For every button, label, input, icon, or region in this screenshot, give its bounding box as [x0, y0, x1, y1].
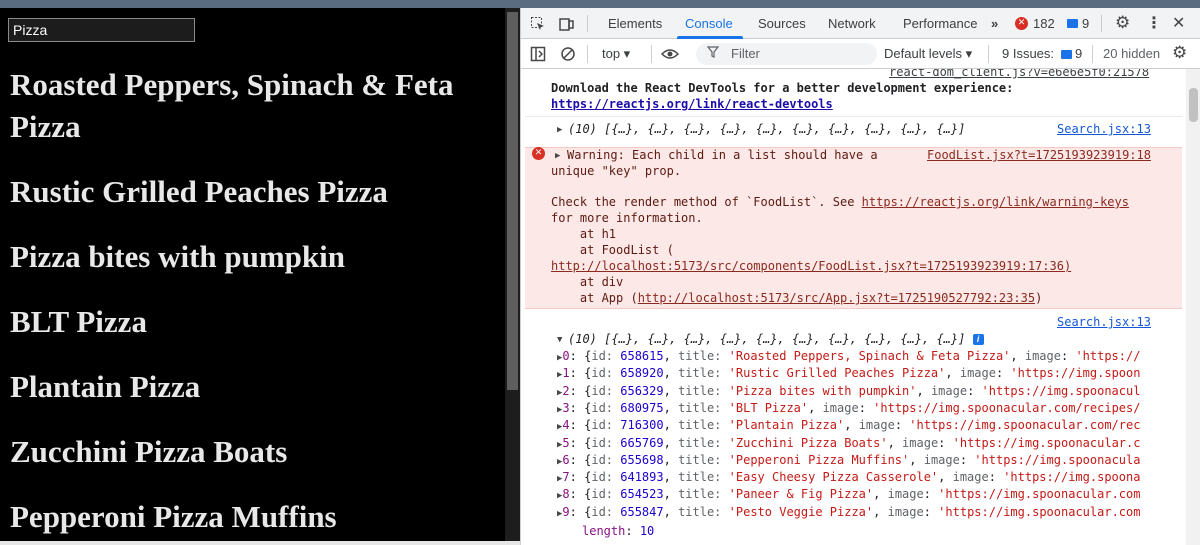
more-tabs-button[interactable]: » [991, 16, 998, 31]
live-expression-eye-icon[interactable] [660, 46, 680, 65]
array-length: length: 10 [582, 524, 655, 538]
tab-performance[interactable]: Performance [903, 16, 977, 31]
devtools-panel: Elements Console Sources Network Perform… [520, 8, 1200, 545]
search-input[interactable] [8, 18, 195, 42]
filter-funnel-icon [706, 46, 720, 61]
warning-text: unique "key" prop. [551, 164, 682, 178]
issues-count[interactable]: 9 [1075, 46, 1082, 61]
source-link[interactable]: react-dom_client.js?v=e6e6e5f0:21578 [889, 69, 1149, 80]
info-icon: i [972, 334, 984, 345]
array-entry[interactable]: ▶9: {id: 655847, title: 'Pesto Veggie Pi… [557, 504, 1140, 522]
console-toolbar: top ▾ Filter Default levels ▾ 9 Issues: … [521, 39, 1200, 69]
console-output: react-dom_client.js?v=e6e6e5f0:21578 Dow… [521, 69, 1186, 545]
context-selector[interactable]: top ▾ [602, 46, 630, 62]
stack-line: at div [551, 275, 624, 289]
array-entry[interactable]: ▶1: {id: 658920, title: 'Rustic Grilled … [557, 365, 1140, 383]
expand-triangle-icon[interactable]: ▶ [555, 148, 560, 164]
toolbar-separator [1092, 45, 1093, 63]
filter-placeholder: Filter [731, 46, 760, 61]
stack-line: at App (http://localhost:5173/src/App.js… [551, 291, 1043, 305]
stack-link[interactable]: http://localhost:5173/src/components/Foo… [551, 258, 1071, 274]
food-list: Roasted Peppers, Spinach & Feta Pizza Ru… [10, 64, 500, 541]
hidden-count: 20 hidden [1103, 46, 1161, 61]
collapse-triangle-icon[interactable]: ▼ [557, 332, 562, 348]
food-title: Plantain Pizza [10, 369, 201, 404]
console-scrollbar-thumb[interactable] [1189, 88, 1198, 122]
message-count[interactable]: 9 [1082, 16, 1089, 31]
warning-text: Warning: Each child in a list should hav… [567, 148, 878, 162]
react-devtools-link[interactable]: https://reactjs.org/link/react-devtools [551, 96, 833, 112]
array-entry[interactable]: ▶7: {id: 641893, title: 'Easy Cheesy Piz… [557, 469, 1140, 487]
filter-input[interactable] [696, 43, 877, 65]
error-icon: ✕ [1015, 17, 1028, 30]
stack-line: at h1 [551, 227, 617, 241]
food-title: Pepperoni Pizza Muffins [10, 499, 337, 534]
tab-separator [587, 15, 588, 32]
toolbar-separator [988, 45, 989, 63]
food-title: Rustic Grilled Peaches Pizza [10, 174, 388, 209]
food-title: Roasted Peppers, Spinach & Feta Pizza [10, 67, 454, 144]
array-entry[interactable]: ▶0: {id: 658615, title: 'Roasted Peppers… [557, 348, 1140, 366]
food-title: Zucchini Pizza Boats [10, 434, 288, 469]
device-toolbar-icon[interactable] [559, 16, 575, 35]
issues-label[interactable]: 9 Issues: [1002, 46, 1054, 61]
array-entry[interactable]: ▶3: {id: 680975, title: 'BLT Pizza', ima… [557, 400, 1140, 418]
log-array-summary[interactable]: (10) [{…}, {…}, {…}, {…}, {…}, {…}, {…},… [568, 331, 984, 347]
app-bottom-strip [0, 541, 520, 545]
tab-elements[interactable]: Elements [608, 16, 662, 31]
warning-keys-link[interactable]: https://reactjs.org/link/warning-keys [862, 195, 1129, 209]
error-icon: ✕ [532, 147, 545, 160]
array-entry[interactable]: ▶2: {id: 656329, title: 'Pizza bites wit… [557, 383, 1140, 401]
log-array-summary[interactable]: (10) [{…}, {…}, {…}, {…}, {…}, {…}, {…},… [568, 121, 965, 137]
tab-separator [1101, 15, 1102, 32]
console-settings-gear-icon[interactable]: ⚙ [1172, 45, 1187, 62]
toolbar-separator [587, 45, 588, 63]
devtools-tab-bar: Elements Console Sources Network Perform… [521, 8, 1200, 39]
clear-console-icon[interactable] [560, 46, 576, 65]
source-link[interactable]: Search.jsx:13 [1057, 314, 1151, 330]
message-icon [1067, 19, 1078, 28]
settings-gear-icon[interactable]: ⚙ [1115, 15, 1130, 32]
console-message: Download the React DevTools for a better… [551, 81, 1014, 95]
array-entry[interactable]: ▶8: {id: 654523, title: 'Paneer & Fig Pi… [557, 486, 1140, 504]
issues-icon [1061, 50, 1072, 59]
stack-line: at FoodList ( [551, 243, 674, 257]
warning-text: for more information. [551, 211, 703, 225]
close-devtools-icon[interactable]: ✕ [1172, 15, 1185, 31]
warning-text: Check the render method of `FoodList`. S… [551, 195, 1129, 209]
tab-network[interactable]: Network [828, 16, 876, 31]
app-viewport: Roasted Peppers, Spinach & Feta Pizza Ru… [0, 8, 505, 541]
tab-sources[interactable]: Sources [758, 16, 806, 31]
array-entry[interactable]: ▶5: {id: 665769, title: 'Zucchini Pizza … [557, 435, 1140, 453]
app-scrollbar-thumb[interactable] [507, 12, 518, 390]
window-top-strip [0, 0, 1200, 8]
expand-triangle-icon[interactable]: ▶ [557, 122, 562, 138]
array-entry[interactable]: ▶4: {id: 716300, title: 'Plantain Pizza'… [557, 417, 1140, 435]
array-entry[interactable]: ▶6: {id: 655698, title: 'Pepperoni Pizza… [557, 452, 1140, 470]
inspect-element-icon[interactable] [530, 16, 546, 35]
log-levels-dropdown[interactable]: Default levels ▾ [884, 46, 972, 62]
error-count[interactable]: 182 [1033, 16, 1055, 31]
message-divider [525, 116, 1182, 117]
tab-console[interactable]: Console [685, 16, 733, 31]
food-title: Pizza bites with pumpkin [10, 239, 346, 274]
sidebar-toggle-icon[interactable] [530, 46, 546, 65]
toolbar-separator [651, 45, 652, 63]
food-title: BLT Pizza [10, 304, 147, 339]
stack-link[interactable]: http://localhost:5173/src/App.jsx?t=1725… [638, 291, 1035, 305]
more-options-icon[interactable]: ⋮ [1146, 15, 1162, 31]
source-link[interactable]: Search.jsx:13 [1057, 121, 1151, 137]
console-scrollbar[interactable] [1186, 69, 1200, 545]
source-link[interactable]: FoodList.jsx?t=1725193923919:18 [927, 147, 1151, 163]
